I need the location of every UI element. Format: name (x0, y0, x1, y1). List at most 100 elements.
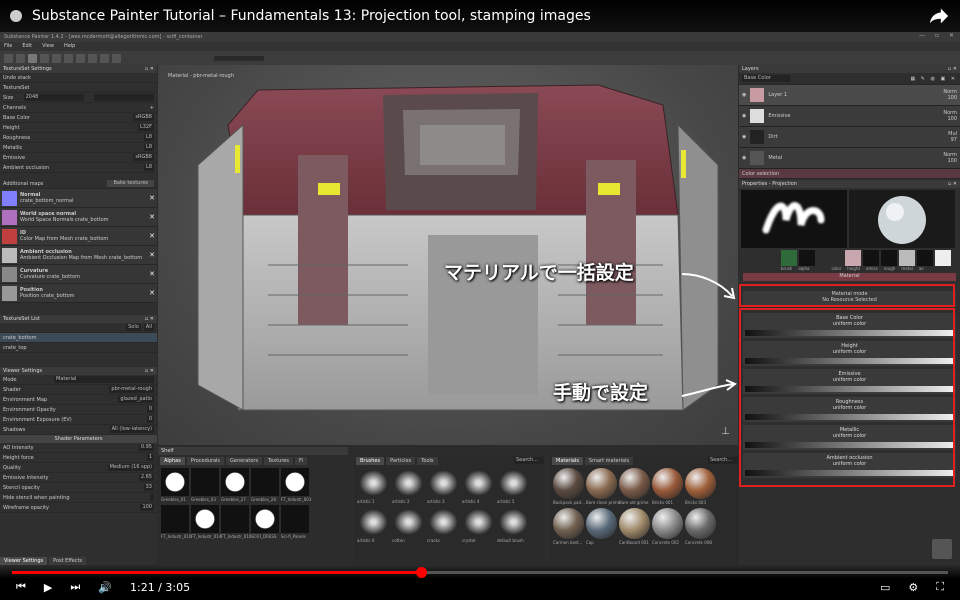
shader-param-value[interactable]: Medium (16 spp) (107, 464, 154, 471)
undo-stack-row[interactable]: Undo stack (0, 73, 157, 83)
viewer-setting[interactable]: Environment Opacity 0 (0, 405, 157, 415)
additional-map-item[interactable]: Curvature Curvature crate_bottom ✕ (0, 265, 157, 284)
remove-map-icon[interactable]: ✕ (149, 213, 155, 221)
color-selection-row[interactable]: Color selection (739, 169, 960, 179)
brush-thumbnail[interactable]: artistic 2 (392, 468, 425, 504)
play-icon[interactable]: ▶ (44, 581, 52, 594)
tab-procedurals[interactable]: Procedurals (186, 456, 225, 465)
shader-param[interactable]: Quality Medium (16 spp) (0, 463, 157, 473)
channel-format-select[interactable]: sRGB8 (133, 114, 154, 121)
channel-select[interactable]: Base Color (742, 75, 790, 82)
brush-size-slider[interactable] (214, 55, 264, 61)
solo-button[interactable]: Solo (126, 324, 141, 331)
remove-map-icon[interactable]: ✕ (149, 251, 155, 259)
ao-slot[interactable] (935, 250, 951, 266)
metal-slot[interactable] (917, 250, 933, 266)
layer-row[interactable]: ◉ Dirt Mul 97 (739, 127, 960, 148)
symmetry-button[interactable] (88, 53, 97, 63)
shader-param-value[interactable]: 0.95 (138, 444, 154, 451)
stencil-setting-value[interactable]: 100 (140, 504, 154, 511)
all-button[interactable]: All (143, 324, 154, 331)
viewer-setting-value[interactable]: 0 (146, 416, 154, 423)
add-channel-icon[interactable]: + (150, 105, 154, 111)
restore-icon[interactable]: ▫ (935, 32, 939, 39)
progress-bar[interactable] (12, 567, 948, 578)
captions-icon[interactable]: ▭ (880, 581, 890, 594)
stencil-setting[interactable]: Hide stencil when painting (0, 493, 157, 503)
alpha-thumbnail[interactable]: Greebles_27 (221, 468, 249, 502)
brush-thumbnail[interactable]: artistic 6 (357, 507, 390, 543)
tab-alphas[interactable]: Alphas (160, 456, 185, 465)
additional-map-item[interactable]: Position Position crate_bottom ✕ (0, 284, 157, 303)
material-thumbnail[interactable]: Bricks 001 (652, 468, 683, 505)
geometry-fill-button[interactable] (40, 53, 49, 63)
layer-opacity[interactable]: 100 (943, 116, 957, 122)
brush-thumbnail[interactable]: default brush (497, 507, 530, 543)
material-thumbnail[interactable]: Carmen bast... (553, 508, 584, 545)
tab-tools[interactable]: Tools (417, 456, 438, 465)
alpha-thumbnail[interactable]: FT_Industr_014 (191, 505, 221, 539)
share-icon[interactable] (928, 6, 950, 26)
stencil-setting[interactable]: Stencil opacity 33 (0, 483, 157, 493)
stencil-setting[interactable]: Wireframe opacity 100 (0, 503, 157, 513)
viewer-settings-tab[interactable]: Viewer Settings (0, 557, 48, 565)
menu-file[interactable]: File (4, 43, 12, 50)
viewer-setting[interactable]: Shadows All (low-latency) (0, 425, 157, 435)
material-thumbnail[interactable]: Concrete 002 (652, 508, 683, 545)
share-export-icon[interactable] (932, 539, 952, 559)
shader-param-value[interactable]: 2.65 (138, 474, 154, 481)
channel-row[interactable]: Metallic L8 (0, 143, 157, 153)
material-thumbnail[interactable]: Bare clean prime (586, 468, 620, 505)
smudge-tool-button[interactable] (52, 53, 61, 63)
shader-param-value[interactable]: 1 (146, 454, 154, 461)
brush-thumbnail[interactable]: cotton (392, 507, 425, 543)
clone-tool-button[interactable] (64, 53, 73, 63)
menu-edit[interactable]: Edit (22, 43, 32, 50)
post-effects-tab[interactable]: Post Effects (49, 557, 87, 565)
alpha-thumbnail[interactable]: FT_Industr_010 (161, 505, 191, 539)
viewer-setting-value[interactable]: All (low-latency) (109, 426, 154, 433)
material-thumbnail[interactable]: Cardboard 001 (619, 508, 650, 545)
tab-materials[interactable]: Materials (552, 456, 583, 465)
material-thumbnail[interactable]: Bricks 003 (685, 468, 716, 505)
visibility-icon[interactable]: ◉ (742, 92, 746, 98)
layer-tools-icons[interactable]: ▦ ✎ ◍ ▣ ✕ (910, 76, 957, 82)
3d-viewport[interactable]: Material - pbr-metal-rough ⊥ (158, 65, 738, 445)
size-select[interactable]: 2048 (23, 94, 84, 101)
alpha-thumbnail[interactable]: Greebles_03 (191, 468, 219, 502)
brush-thumbnail[interactable]: artistic 3 (427, 468, 460, 504)
material-thumbnail[interactable]: Backpack pad... (553, 468, 585, 505)
shader-param[interactable]: Emissive Intensity 2.65 (0, 473, 157, 483)
layer-row[interactable]: ◉ Emissive Norm 100 (739, 106, 960, 127)
material-search-input[interactable]: Search... (708, 457, 738, 464)
tab-filters[interactable]: Fi (294, 456, 307, 465)
brush-search-input[interactable]: Search... (514, 457, 544, 464)
channel-row[interactable]: Roughness L8 (0, 133, 157, 143)
tab-textures[interactable]: Textures (264, 456, 293, 465)
additional-map-item[interactable]: Normal crate_bottom_normal ✕ (0, 189, 157, 208)
minimize-icon[interactable]: — (919, 32, 925, 39)
visibility-icon[interactable]: ◉ (742, 155, 746, 161)
settings-icon[interactable]: ⚙ (908, 581, 918, 594)
additional-map-item[interactable]: ID Color Map from Mesh crate_bottom ✕ (0, 227, 157, 246)
bake-textures-button[interactable]: Bake textures (107, 180, 154, 187)
viewer-setting-value[interactable]: glazed_patio (118, 396, 154, 403)
previous-icon[interactable]: ⏮ (16, 580, 26, 594)
channel-row[interactable]: Emissive sRGB8 (0, 153, 157, 163)
channel-format-select[interactable]: L8 (144, 144, 154, 151)
layer-opacity[interactable]: 100 (943, 158, 957, 164)
visibility-icon[interactable]: ◉ (742, 113, 746, 119)
viewer-setting[interactable]: Environment Exposure (EV) 0 (0, 415, 157, 425)
tslist-item[interactable]: crate_bottom (0, 333, 157, 343)
brush-thumbnail[interactable]: cracks (427, 507, 460, 543)
channel-row[interactable]: Height L32F (0, 123, 157, 133)
viewer-setting[interactable]: Shader pbr-metal-rough (0, 385, 157, 395)
brush-thumbnail[interactable]: artistic 1 (357, 468, 390, 504)
visibility-icon[interactable]: ◉ (742, 134, 746, 140)
mode-select[interactable]: Material (54, 376, 154, 383)
size-select-2[interactable] (93, 94, 154, 101)
channel-format-select[interactable]: L32F (137, 124, 154, 131)
viewer-setting-value[interactable]: 0 (146, 406, 154, 413)
shader-param[interactable]: Height force 1 (0, 453, 157, 463)
brush-thumbnail[interactable]: artistic 5 (497, 468, 530, 504)
